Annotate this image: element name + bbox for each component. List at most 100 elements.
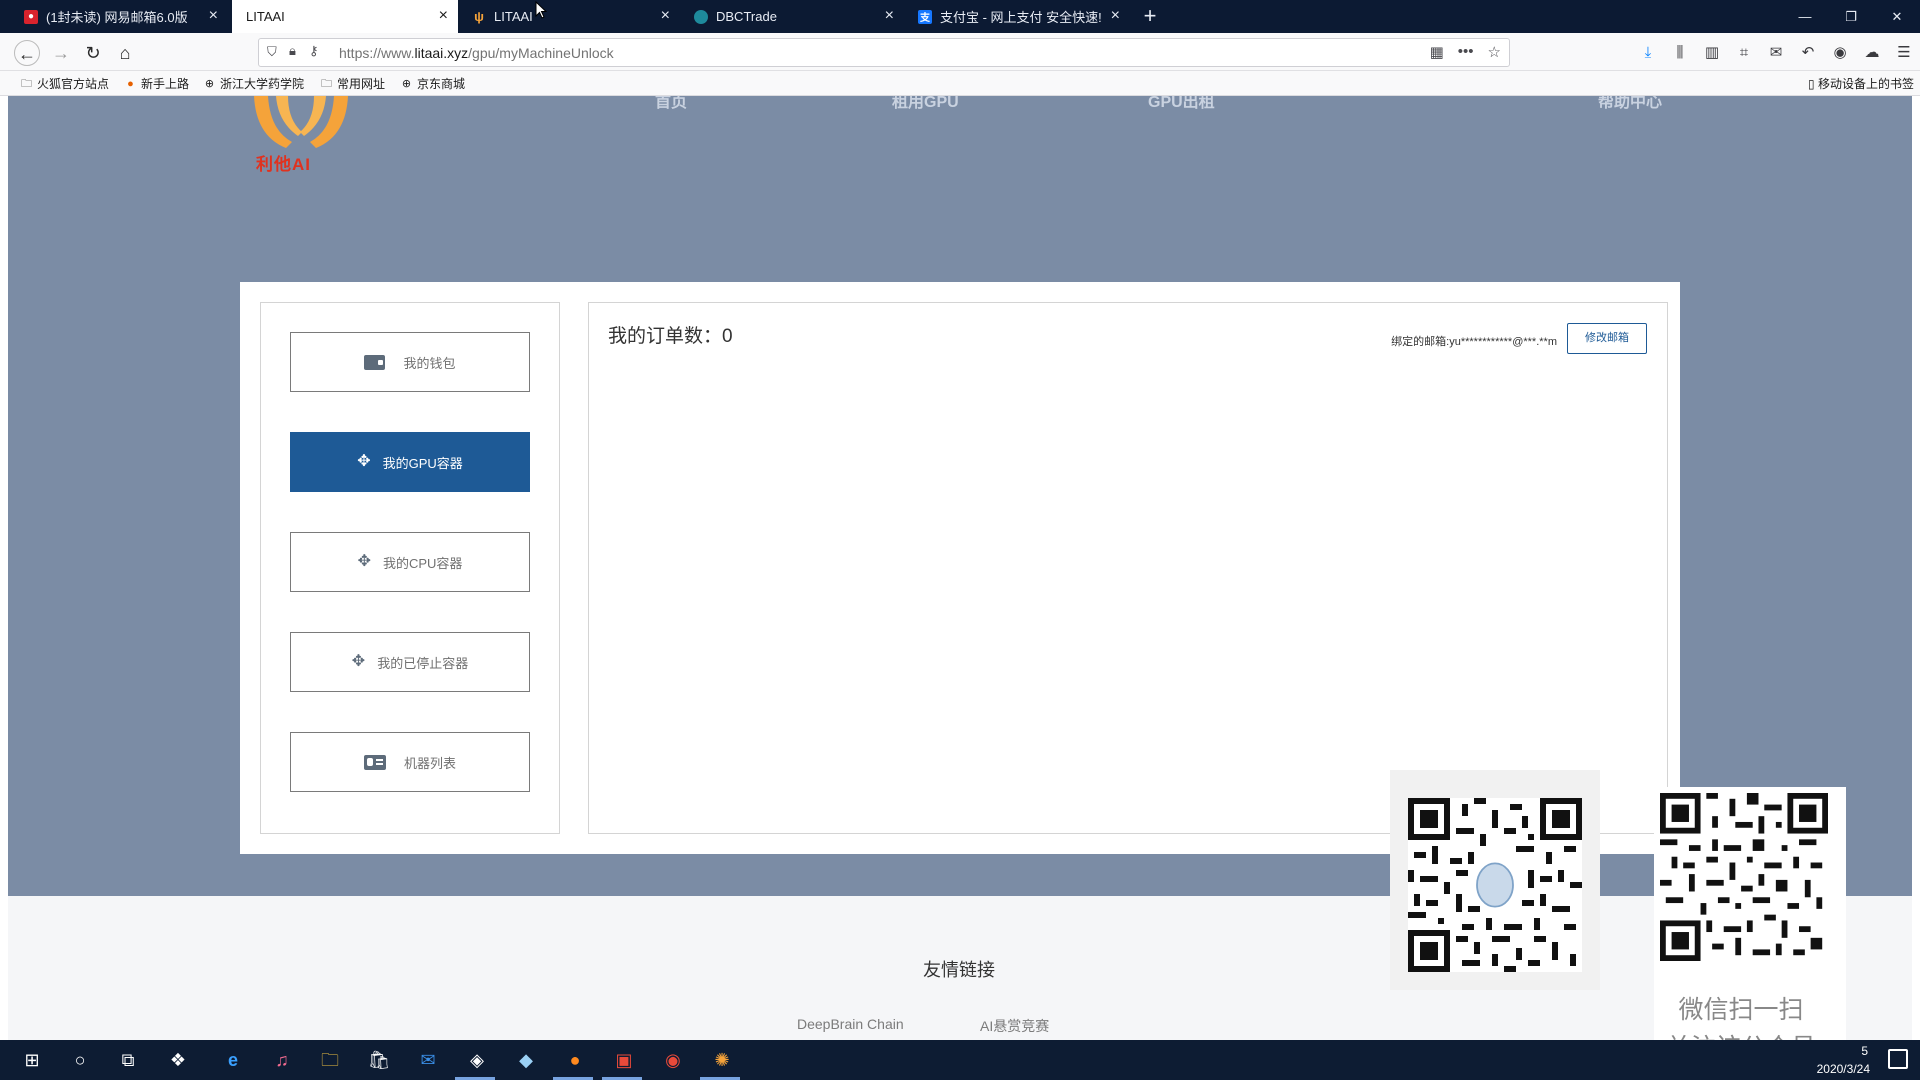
bookmark-star-icon[interactable]: ☆	[1488, 43, 1501, 61]
library-icon[interactable]: ⫼	[1664, 40, 1696, 66]
close-window-button[interactable]: ✕	[1874, 0, 1920, 33]
sidebar-item-label: 我的已停止容器	[377, 655, 469, 671]
tab-title: DBCTrade	[716, 9, 777, 24]
bookmark-item[interactable]: 🗀 火狐官方站点	[20, 75, 109, 92]
account-icon[interactable]: ◉	[1824, 40, 1856, 66]
home-icon[interactable]: ⌂	[112, 40, 138, 66]
sidebar-item-gpu-container[interactable]: ✥ 我的GPU容器	[290, 432, 530, 492]
nav-rent-gpu[interactable]: 租用GPU	[892, 96, 959, 112]
new-tab-button[interactable]: +	[1136, 3, 1164, 31]
file-explorer-icon[interactable]: 🗀	[318, 1048, 342, 1072]
tab-litaai-active[interactable]: LITAAI ×	[232, 0, 458, 33]
mouse-cursor-icon	[535, 1, 547, 19]
litaai-logo-icon: ψ	[474, 9, 484, 24]
sidebar-item-cpu-container[interactable]: ✥ 我的CPU容器	[290, 532, 530, 592]
tab-litaai[interactable]: ψ LITAAI ×	[458, 0, 680, 33]
sidebar-item-machine-list[interactable]: 机器列表	[290, 732, 530, 792]
bookmark-item[interactable]: ● 新手上路	[124, 75, 189, 92]
footer: 友情链接 DeepBrain Chain AI悬赏竞赛	[8, 896, 1912, 1040]
sidebar-item-label: 我的CPU容器	[382, 555, 463, 571]
url-bar[interactable]: ⛉ 🔒︎ ⚷ https://www.litaai.xyz/gpu/myMach…	[258, 38, 1510, 67]
windows-taskbar: ⊞ ○ ⧉ ❖ e ♫ 🗀 🛍︎ ✉ ◈ ◆ ● ▣ ◉ ✺ 5 2020/3/…	[0, 1040, 1920, 1080]
firefox-icon[interactable]: ●	[563, 1048, 587, 1072]
app-icon[interactable]: ◆	[514, 1048, 538, 1072]
lock-icon[interactable]: 🔒︎	[289, 43, 296, 59]
download-icon[interactable]: ⤓	[1632, 40, 1664, 66]
footer-link-deepbrain[interactable]: DeepBrain Chain	[797, 1016, 904, 1032]
clock-date[interactable]: 2020/3/24	[1817, 1062, 1870, 1076]
nav-home[interactable]: 首页	[655, 96, 687, 112]
cpu-container-icon: ✥	[357, 553, 371, 570]
sidebar-icon[interactable]: ▥	[1696, 40, 1728, 66]
wechat-qr-code	[1660, 793, 1828, 961]
reload-icon[interactable]: ↻	[80, 40, 106, 66]
minimize-button[interactable]: —	[1782, 0, 1828, 33]
bookmark-item[interactable]: ⊕ 京东商城	[400, 75, 465, 92]
weibo-icon[interactable]: ◉	[661, 1048, 685, 1072]
tab-dbctrade[interactable]: DBCTrade ×	[680, 0, 904, 33]
sync-icon[interactable]: ☁	[1856, 40, 1888, 66]
mobile-bookmarks[interactable]: ▯ 移动设备上的书签	[1808, 75, 1914, 92]
tab-title: LITAAI	[246, 9, 285, 24]
tab-title: 支付宝 - 网上支付 安全快速!	[940, 10, 1102, 25]
change-email-button[interactable]: 修改邮箱	[1567, 323, 1647, 354]
close-icon[interactable]: ×	[439, 7, 448, 25]
key-icon[interactable]: ⚷	[309, 43, 319, 59]
close-icon[interactable]: ×	[661, 7, 670, 25]
dbc-icon	[694, 9, 708, 24]
browser-tab-bar: ● (1封未读) 网易邮箱6.0版 × LITAAI × ψ LITAAI × …	[0, 0, 1920, 33]
bound-email-label: 绑定的邮箱:yu************@***.**m	[1391, 336, 1557, 348]
alipay-icon: 支	[918, 9, 932, 24]
tab-netease-mail[interactable]: ● (1封未读) 网易邮箱6.0版 ×	[10, 0, 228, 33]
nav-gpu-lease[interactable]: GPU出租	[1148, 96, 1215, 112]
restore-button[interactable]: ❐	[1828, 0, 1874, 33]
notification-icon[interactable]	[1888, 1049, 1908, 1069]
window-controls: — ❐ ✕	[1782, 0, 1920, 33]
close-icon[interactable]: ×	[209, 7, 218, 25]
edge-icon[interactable]: e	[221, 1048, 245, 1072]
orders-panel: 我的订单数：0 绑定的邮箱:yu************@***.**m 修改邮…	[588, 302, 1668, 834]
globe-icon: ⊕	[204, 77, 215, 90]
hero-banner: 利他AI 首页 租用GPU GPU出租 帮助中心 我的钱包 ✥ 我的GPU容器 …	[8, 96, 1912, 896]
order-count-value: 0	[722, 326, 733, 347]
bookmark-item[interactable]: ⊕ 浙江大学药学院	[203, 75, 304, 92]
nav-help-center[interactable]: 帮助中心	[1598, 96, 1662, 112]
shield-icon[interactable]: ⛉	[267, 44, 277, 60]
chat-icon[interactable]: ✉	[1760, 40, 1792, 66]
qr-code-icon[interactable]: ▦	[1430, 43, 1444, 61]
close-icon[interactable]: ×	[1111, 7, 1120, 25]
app-icon[interactable]: ◈	[465, 1048, 489, 1072]
screenshot-icon[interactable]: ⌗	[1728, 40, 1760, 66]
undo-icon[interactable]: ↶	[1792, 40, 1824, 66]
more-actions-icon[interactable]: •••	[1458, 43, 1474, 61]
task-view-icon[interactable]: ⧉	[116, 1048, 140, 1072]
app-icon[interactable]: ✺	[710, 1048, 734, 1072]
search-icon[interactable]: ○	[68, 1048, 92, 1072]
tab-title: (1封未读) 网易邮箱6.0版	[46, 10, 188, 25]
forward-icon[interactable]: →	[48, 40, 74, 66]
itunes-icon[interactable]: ♫	[270, 1048, 294, 1072]
clock-time[interactable]: 5	[1861, 1044, 1868, 1058]
bookmarks-bar: 🗀 火狐官方站点 ● 新手上路 ⊕ 浙江大学药学院 🗀 常用网址 ⊕ 京东商城 ▯ 移动设…	[0, 71, 1920, 96]
app-icon[interactable]: ❖	[166, 1048, 190, 1072]
bookmark-item[interactable]: 🗀 常用网址	[320, 75, 385, 92]
footer-link-ai-contest[interactable]: AI悬赏竞赛	[980, 1016, 1049, 1036]
back-icon[interactable]: ←	[14, 40, 40, 66]
windows-start-icon[interactable]: ⊞	[20, 1048, 44, 1072]
mail-icon[interactable]: ✉	[416, 1048, 440, 1072]
toolbar-right: ⤓ ⫼ ▥ ⌗ ✉ ↶ ◉ ☁ ☰	[1632, 40, 1920, 66]
menu-icon[interactable]: ☰	[1888, 40, 1920, 66]
folder-icon: 🗀	[321, 77, 332, 90]
sidebar-item-label: 机器列表	[403, 755, 456, 771]
sidebar-item-wallet[interactable]: 我的钱包	[290, 332, 530, 392]
page-viewport: 利他AI 首页 租用GPU GPU出租 帮助中心 我的钱包 ✥ 我的GPU容器 …	[8, 96, 1912, 1040]
wallet-icon	[364, 354, 386, 370]
app-icon[interactable]: ▣	[612, 1048, 636, 1072]
store-icon[interactable]: 🛍︎	[367, 1048, 391, 1072]
url-text[interactable]: https://www.litaai.xyz/gpu/myMachineUnlo…	[339, 45, 614, 61]
netease-mail-icon: ●	[24, 9, 38, 24]
sidebar-item-stopped-container[interactable]: ✥ 我的已停止容器	[290, 632, 530, 692]
tab-alipay[interactable]: 支 支付宝 - 网上支付 安全快速! ×	[904, 0, 1130, 33]
content-card: 我的钱包 ✥ 我的GPU容器 ✥ 我的CPU容器 ✥ 我的已停止容器 机器列表	[240, 282, 1680, 854]
close-icon[interactable]: ×	[885, 7, 894, 25]
